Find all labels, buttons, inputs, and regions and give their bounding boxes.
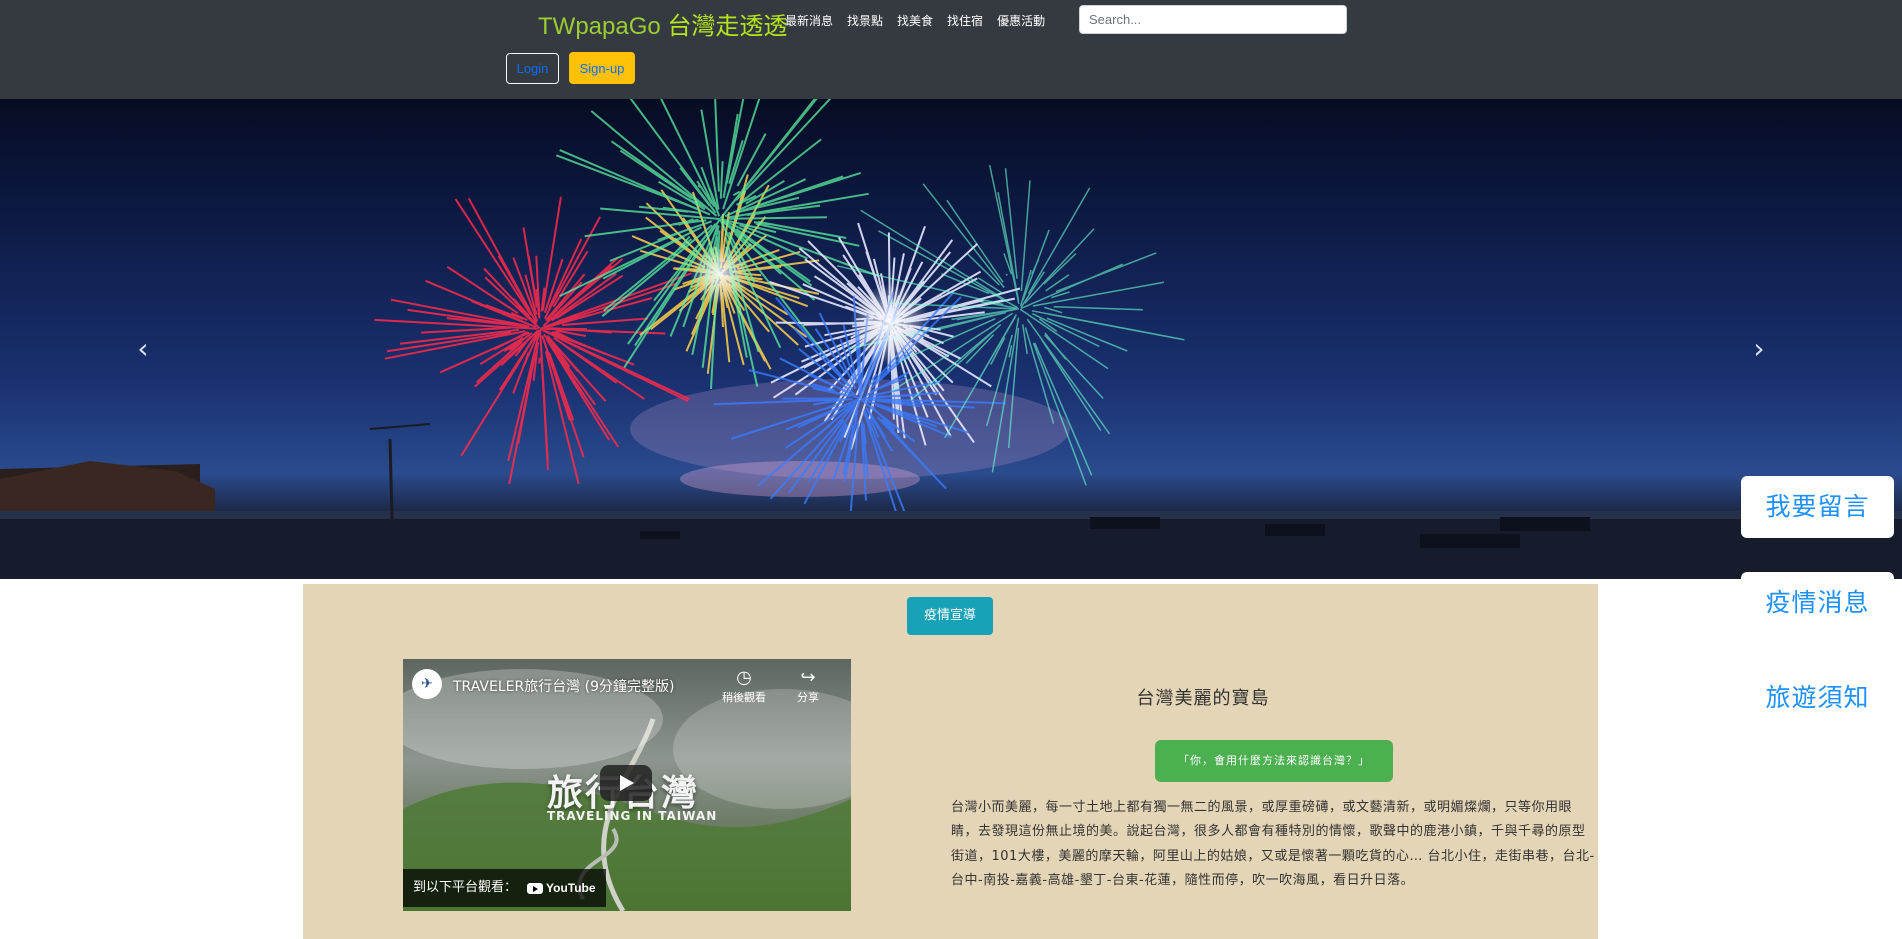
channel-avatar[interactable]: ✈ [412,669,442,699]
firework-streak [719,161,724,199]
firework-streak [1020,180,1031,292]
search-input[interactable] [1079,5,1347,34]
brand-name-cn: 台灣走透透 [667,13,788,40]
firework-streak [544,350,580,485]
firework-streak [1020,263,1123,310]
play-button[interactable] [600,765,652,801]
section-title: 台灣美麗的寶島 [1136,688,1270,709]
firework-streak [1020,271,1045,309]
watch-on-label: 到以下平台觀看： [413,880,518,895]
nav-link-attractions[interactable]: 找景點 [847,12,883,29]
brand-logo[interactable]: TWpapaGo 台灣走透透 [538,6,787,41]
firework-streak [610,140,703,206]
youtube-video-player[interactable]: ✈ TRAVELER旅行台灣 (9分鐘完整版) ◷ 稍後觀看 ↪ 分享 旅行台灣… [403,659,851,911]
nav-link-deals[interactable]: 優惠活動 [997,12,1045,29]
discover-taiwan-button[interactable]: 「你，會用什麼方法來認識台灣？」 [1155,740,1393,782]
hero-carousel: ‹ › [0,99,1902,579]
firework-streak [1008,345,1013,358]
firework-streak [1044,332,1067,360]
video-title[interactable]: TRAVELER旅行台灣 (9分鐘完整版) [453,676,674,696]
firework-streak [728,216,827,220]
firework-streak [946,199,1004,283]
travel-notice-button[interactable]: 旅遊須知 [1741,667,1894,729]
carousel-next-button[interactable]: › [1744,329,1774,369]
youtube-logo: YouTube [527,869,596,907]
firework-streak [543,333,597,406]
youtube-logo-text: YouTube [546,881,596,895]
watch-later-label: 稍後觀看 [722,691,766,704]
firework-streak [539,340,549,463]
nav-link-lodging[interactable]: 找住宿 [947,12,983,29]
plane-icon: ✈ [421,676,433,692]
firework-streak [990,337,1006,365]
firework-streak [1005,273,1008,276]
fireworks-image [0,99,1902,579]
nav-link-news[interactable]: 最新消息 [785,12,833,29]
login-button[interactable]: Login [506,53,559,84]
firework-streak [1019,308,1109,370]
share-icon: ↪ [800,667,816,688]
watch-on-bar[interactable]: 到以下平台觀看： YouTube [403,869,606,907]
youtube-play-icon [527,882,544,894]
firework-streak [1044,306,1063,314]
video-overlay-subtitle: TRAVELING IN TAIWAN [547,809,718,823]
nav-link-food[interactable]: 找美食 [897,12,933,29]
watch-later-button[interactable]: ◷ 稍後觀看 [721,667,767,705]
leave-message-button[interactable]: 我要留言 [1741,476,1894,538]
firework-streak [551,333,689,402]
epidemic-news-button[interactable]: 疫情消息 [1741,572,1894,634]
main-content: 疫情宣導 ✈ TRAVELER旅行台灣 (9分鐘完整版) ◷ 稍後觀看 ↪ 分享… [303,584,1598,939]
chevron-right-icon: › [1753,332,1765,365]
share-button[interactable]: ↪ 分享 [788,667,828,705]
firework-streak [547,327,588,331]
share-label: 分享 [797,691,819,704]
nav-links: 最新消息 找景點 找美食 找住宿 優惠活動 [785,12,1045,29]
taiwan-description: 台灣小而美麗，每一寸土地上都有獨一無二的風景，或厚重磅礡，或文藝清新，或明媚燦爛… [951,800,1595,888]
clock-icon: ◷ [736,667,752,688]
firework-streak [965,334,995,364]
firework-streak [736,138,822,206]
chevron-left-icon: ‹ [137,332,149,365]
top-navbar: TWpapaGo 台灣走透透 最新消息 找景點 找美食 找住宿 優惠活動 Log… [0,0,1902,99]
firework-streak [1027,187,1091,295]
firework-streak [590,110,718,217]
firework-streak [1053,306,1143,311]
firework-streak [922,183,1005,288]
epidemic-promo-button[interactable]: 疫情宣導 [907,597,993,635]
firework-streak [467,197,531,311]
firework-streak [988,165,1020,305]
firework-streak [714,99,720,192]
firework-streak [937,311,1007,331]
brand-name-en: TWpapaGo [538,13,661,40]
signup-button[interactable]: Sign-up [569,52,635,84]
carousel-prev-button[interactable]: ‹ [128,329,158,369]
